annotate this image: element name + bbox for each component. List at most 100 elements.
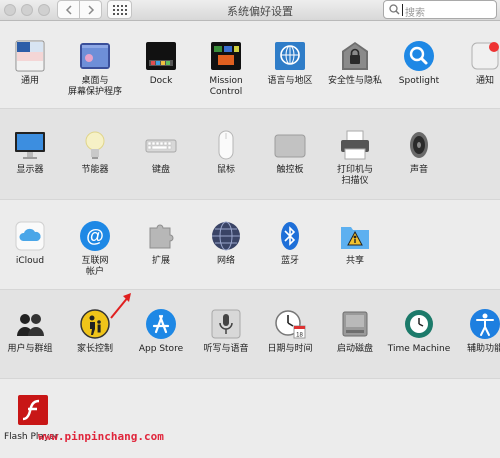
- pref-icloud[interactable]: iCloud: [0, 220, 63, 267]
- pref-general[interactable]: 通用: [0, 40, 63, 87]
- pref-label: 听写与语音: [203, 344, 249, 354]
- energy-saver-icon: [79, 129, 111, 161]
- general-icon: [14, 40, 46, 72]
- personal-section: 通用 桌面与 屏幕保护程序 Dock Mission Control 语言与地区…: [0, 22, 500, 109]
- pref-users-groups[interactable]: 用户与群组: [0, 308, 63, 355]
- pref-label: Time Machine: [387, 344, 451, 354]
- pref-keyboard[interactable]: 键盘: [128, 129, 194, 176]
- pref-label: 扩展: [151, 256, 170, 266]
- annotation-arrow-icon: [110, 293, 131, 319]
- hardware-section: 显示器 节能器 键盘 鼠标 触控板 打印机与 扫描仪 声音: [0, 109, 500, 200]
- pref-sharing[interactable]: 共享: [322, 220, 388, 267]
- pref-security-privacy[interactable]: 安全性与隐私: [322, 40, 388, 87]
- pref-label: 安全性与隐私: [327, 76, 382, 86]
- dictation-speech-icon: [210, 308, 242, 340]
- pref-notifications[interactable]: 通知: [452, 40, 500, 87]
- extensions-icon: [145, 220, 177, 252]
- pref-startup-disk[interactable]: 启动磁盘: [322, 308, 388, 355]
- flash-player-icon: [17, 394, 49, 426]
- pref-label: App Store: [138, 344, 184, 354]
- pref-dock[interactable]: Dock: [128, 40, 194, 87]
- forward-button[interactable]: [80, 0, 102, 19]
- text-cursor: [402, 4, 403, 16]
- printers-scanners-icon: [339, 129, 371, 161]
- zoom-window-button[interactable]: [38, 4, 50, 16]
- security-privacy-icon: [339, 40, 371, 72]
- search-input[interactable]: 搜索: [383, 0, 497, 19]
- pref-label: Spotlight: [398, 76, 440, 86]
- svg-text:18: 18: [296, 333, 303, 339]
- chevron-left-icon: [65, 5, 72, 15]
- trackpad-icon: [274, 129, 306, 161]
- pref-internet-accounts[interactable]: @ 互联网 帐户: [62, 220, 128, 278]
- back-button[interactable]: [57, 0, 80, 19]
- show-all-button[interactable]: [107, 0, 132, 19]
- pref-time-machine[interactable]: Time Machine: [386, 308, 452, 355]
- pref-label: 用户与群组: [7, 344, 53, 354]
- pref-label: 语言与地区: [267, 76, 313, 86]
- displays-icon: [14, 129, 46, 161]
- pref-displays[interactable]: 显示器: [0, 129, 63, 176]
- search-placeholder: 搜索: [405, 8, 425, 19]
- close-window-button[interactable]: [4, 4, 16, 16]
- pref-accessibility[interactable]: 辅助功能: [452, 308, 500, 355]
- startup-disk-icon: [339, 308, 371, 340]
- desktop-screensaver-icon: [79, 40, 111, 72]
- pref-extensions[interactable]: 扩展: [128, 220, 194, 267]
- pref-trackpad[interactable]: 触控板: [257, 129, 323, 176]
- pref-label: 日期与时间: [267, 344, 313, 354]
- pref-energy-saver[interactable]: 节能器: [62, 129, 128, 176]
- time-machine-icon: [403, 308, 435, 340]
- pref-spotlight[interactable]: Spotlight: [386, 40, 452, 87]
- other-section: [0, 379, 500, 458]
- pref-mouse[interactable]: 鼠标: [193, 129, 259, 176]
- pref-network[interactable]: 网络: [193, 220, 259, 267]
- spotlight-icon: [403, 40, 435, 72]
- pref-dictation-speech[interactable]: 听写与语音: [193, 308, 259, 355]
- pref-label: 辅助功能: [466, 344, 500, 354]
- pref-label: 蓝牙: [280, 256, 299, 266]
- pref-label: Mission Control: [209, 76, 243, 97]
- notifications-icon: [469, 40, 500, 72]
- pref-label: 桌面与 屏幕保护程序: [67, 76, 122, 97]
- pref-language-region[interactable]: 语言与地区: [257, 40, 323, 87]
- chevron-right-icon: [87, 5, 94, 15]
- pref-label: 家长控制: [76, 344, 113, 354]
- pref-label: 触控板: [276, 165, 304, 175]
- internet-section: iCloud @ 互联网 帐户 扩展 网络 蓝牙 共享: [0, 200, 500, 290]
- pref-label: 打印机与 扫描仪: [336, 165, 373, 186]
- accessibility-icon: [469, 308, 500, 340]
- mouse-icon: [210, 129, 242, 161]
- pref-sound[interactable]: 声音: [386, 129, 452, 176]
- pref-label: 键盘: [151, 165, 170, 175]
- language-region-icon: [274, 40, 306, 72]
- pref-printers-scanners[interactable]: 打印机与 扫描仪: [322, 129, 388, 187]
- search-icon: [389, 4, 400, 15]
- pref-label: 鼠标: [216, 165, 235, 175]
- sound-icon: [403, 129, 435, 161]
- pref-label: 互联网 帐户: [81, 256, 109, 277]
- pref-label: 节能器: [81, 165, 109, 175]
- pref-label: 显示器: [16, 165, 44, 175]
- sharing-icon: [339, 220, 371, 252]
- pref-label: 通知: [475, 76, 494, 86]
- network-icon: [210, 220, 242, 252]
- parental-controls-icon: [79, 308, 111, 340]
- pref-app-store[interactable]: App Store: [128, 308, 194, 355]
- pref-date-time[interactable]: 18 日期与时间: [257, 308, 323, 355]
- pref-label: 启动磁盘: [336, 344, 373, 354]
- pref-mission-control[interactable]: Mission Control: [193, 40, 259, 98]
- pref-label: 声音: [409, 165, 428, 175]
- pref-desktop-screensaver[interactable]: 桌面与 屏幕保护程序: [62, 40, 128, 98]
- svg-text:@: @: [86, 226, 104, 246]
- mission-control-icon: [210, 40, 242, 72]
- bluetooth-icon: [274, 220, 306, 252]
- grid-icon: [112, 5, 127, 15]
- pref-flash-player[interactable]: [0, 394, 66, 426]
- app-store-icon: [145, 308, 177, 340]
- pref-bluetooth[interactable]: 蓝牙: [257, 220, 323, 267]
- minimize-window-button[interactable]: [21, 4, 33, 16]
- icloud-icon: [14, 220, 46, 252]
- internet-accounts-icon: @: [79, 220, 111, 252]
- pref-label: 通用: [20, 76, 39, 86]
